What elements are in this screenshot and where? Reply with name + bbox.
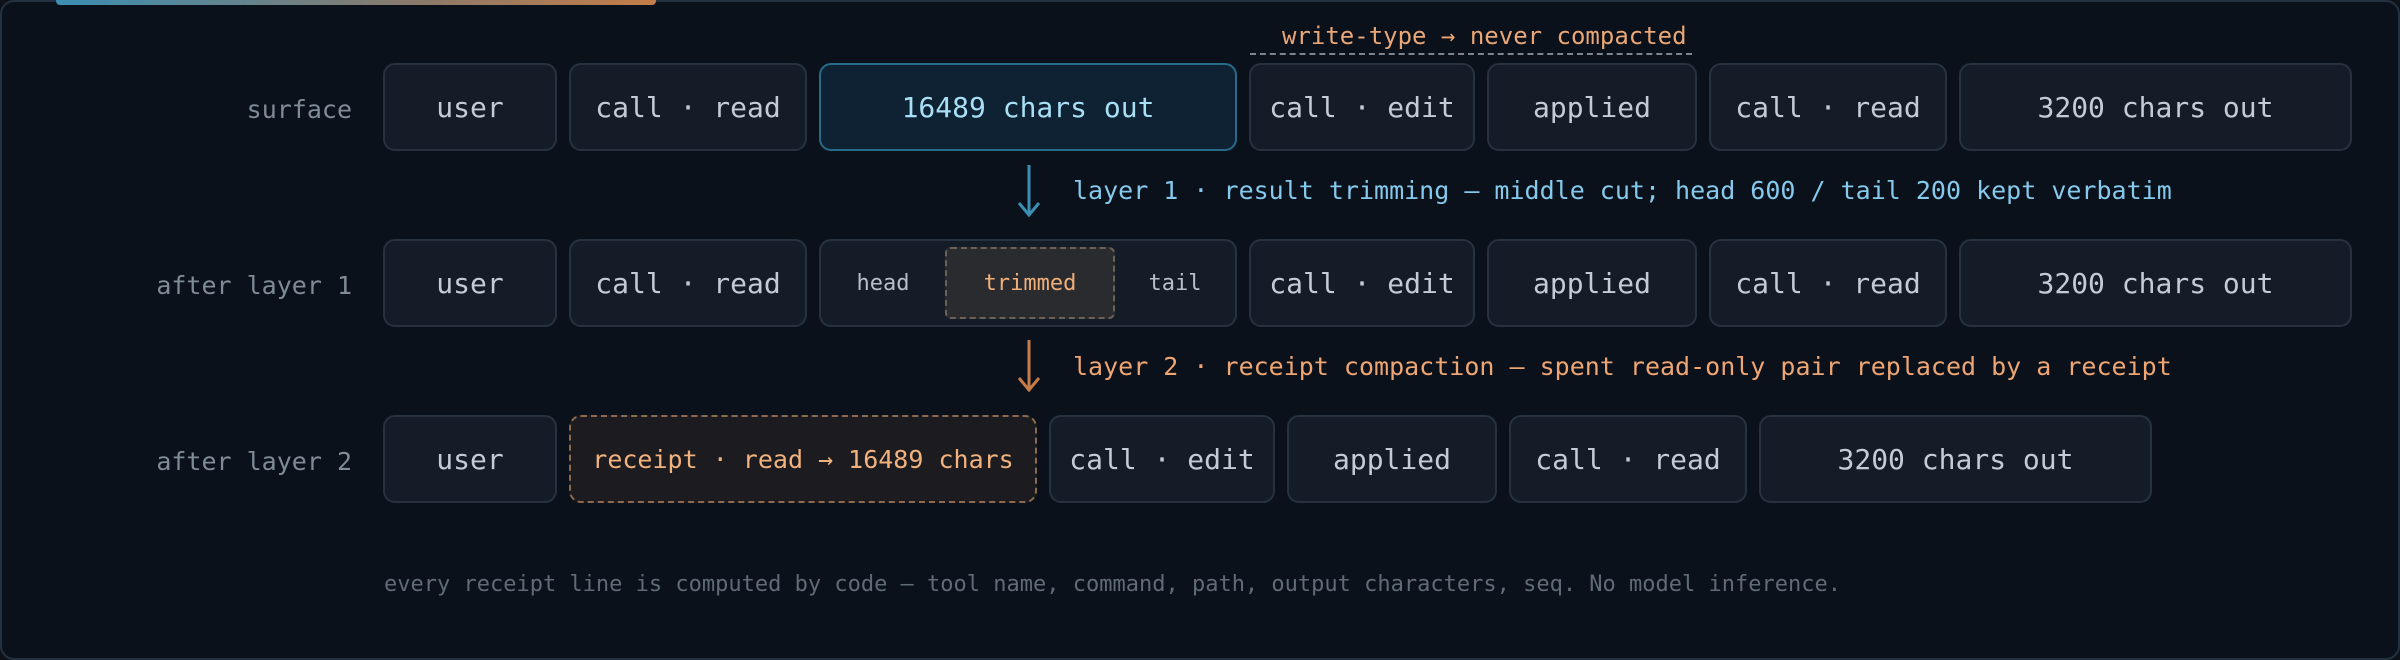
layer2-call-read-block: call · read <box>1509 415 1747 503</box>
row-label-layer-1: after layer 1 <box>156 271 352 300</box>
layer1-call-edit-block: call · edit <box>1249 239 1475 327</box>
trimmed-segment: trimmed <box>945 247 1115 319</box>
layer1-user-block: user <box>383 239 557 327</box>
row-label-layer-2: after layer 2 <box>156 447 352 476</box>
down-arrow-icon <box>1017 165 1041 218</box>
surface-applied-block: applied <box>1487 63 1697 151</box>
surface-user-block: user <box>383 63 557 151</box>
layer2-result-block: 3200 chars out <box>1759 415 2152 503</box>
footer-note: every receipt line is computed by code —… <box>384 572 1841 597</box>
surface-call-read-block: call · read <box>569 63 807 151</box>
accent-bar <box>56 0 656 5</box>
tail-segment: tail <box>1148 270 1202 296</box>
receipt-block: receipt · read → 16489 chars <box>569 415 1037 503</box>
write-type-annotation: write-type → never compacted <box>1282 22 1687 50</box>
layer1-call-read-block-2: call · read <box>1709 239 1947 327</box>
surface-call-edit-block: call · edit <box>1249 63 1475 151</box>
layer1-applied-block: applied <box>1487 239 1697 327</box>
layer-2-description: layer 2 · receipt compaction — spent rea… <box>1073 352 2172 381</box>
surface-call-read-block-2: call · read <box>1709 63 1947 151</box>
surface-result-block: 16489 chars out <box>819 63 1237 151</box>
annotation-bracket <box>1250 53 1692 55</box>
row-label-surface: surface <box>246 95 352 124</box>
down-arrow-icon <box>1017 340 1041 393</box>
layer2-applied-block: applied <box>1287 415 1497 503</box>
surface-result-block-2: 3200 chars out <box>1959 63 2352 151</box>
layer2-user-block: user <box>383 415 557 503</box>
head-segment: head <box>856 270 910 296</box>
layer1-result-block-2: 3200 chars out <box>1959 239 2352 327</box>
layer2-call-edit-block: call · edit <box>1049 415 1275 503</box>
trimmed-result-block: head trimmed tail <box>819 239 1237 327</box>
layer-1-description: layer 1 · result trimming — middle cut; … <box>1073 176 2172 205</box>
layer1-call-read-block: call · read <box>569 239 807 327</box>
